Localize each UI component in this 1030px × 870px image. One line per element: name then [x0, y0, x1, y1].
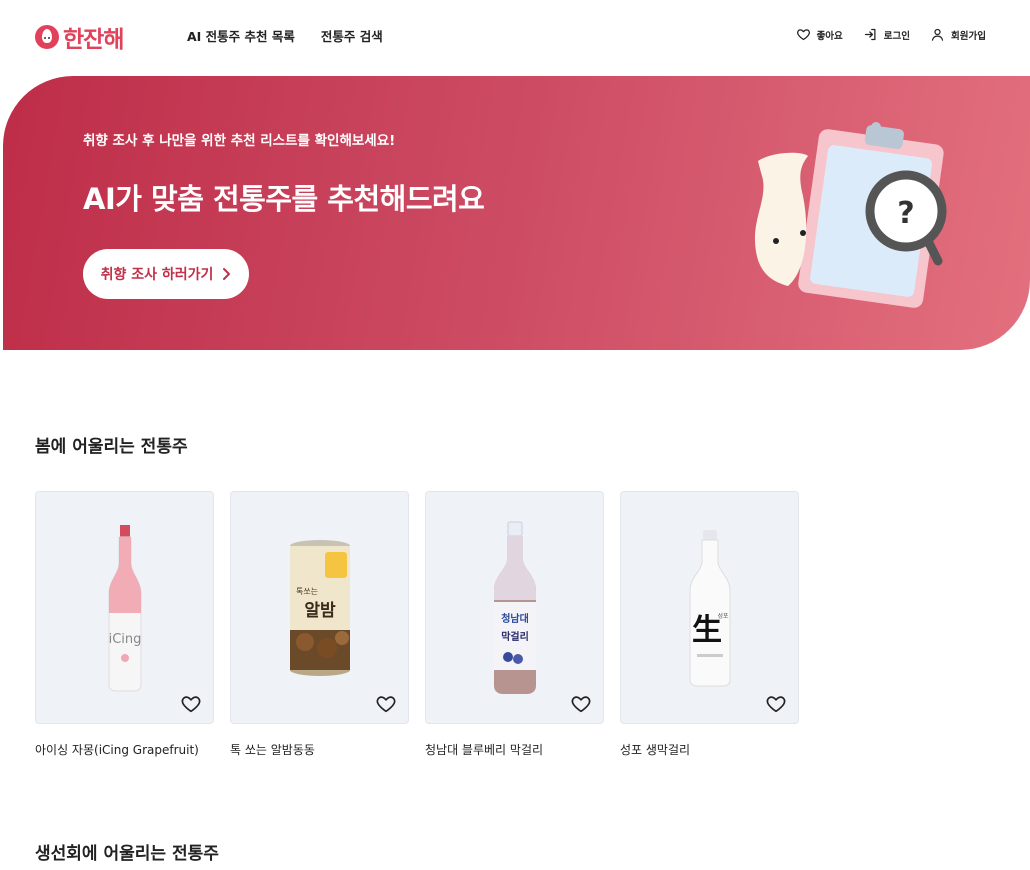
hero-title: AI가 맞춤 전통주를 추천해드려요 [83, 182, 485, 216]
survey-button-label: 취향 조사 하러가기 [100, 267, 214, 283]
nav-search[interactable]: 전통주 검색 [321, 26, 383, 45]
like-label: 좋아요 [816, 30, 843, 42]
product-card[interactable]: 生 성포 성포 생막걸리 [620, 491, 799, 758]
user-icon [931, 28, 944, 41]
chevron-right-icon [223, 268, 231, 280]
blueberry-makgeolli-bottle-icon: 청남대 막걸리 [493, 521, 536, 694]
heart-icon[interactable] [375, 693, 397, 715]
section-title-sashimi: 생선회에 어울리는 전통주 [35, 844, 219, 864]
product-card[interactable]: 알밤 톡쏘는 톡 쏘는 알밤동동 [230, 491, 409, 758]
logo-text: 한잔해 [63, 27, 124, 53]
svg-text:?: ? [897, 196, 914, 231]
pink-glass-bottle-icon: iCing [108, 524, 141, 691]
product-list: iCing 아이싱 자몽(iCing Grapefruit) 알밤 톡쏘는 톡 … [35, 491, 799, 758]
white-makgeolli-bottle-icon: 生 성포 [689, 529, 730, 686]
svg-text:청남대: 청남대 [501, 612, 529, 625]
heart-icon[interactable] [570, 693, 592, 715]
product-name[interactable]: 성포 생막걸리 [620, 741, 799, 758]
svg-text:iCing: iCing [108, 632, 141, 647]
svg-text:막걸리: 막걸리 [501, 630, 529, 643]
survey-illustration: ? [754, 122, 947, 308]
product-name[interactable]: 아이싱 자몽(iCing Grapefruit) [35, 741, 214, 758]
hero-subtitle: 취향 조사 후 나만을 위한 추천 리스트를 확인해보세요! [83, 133, 396, 149]
heart-icon[interactable] [765, 693, 787, 715]
login-label: 로그인 [883, 30, 911, 42]
svg-text:알밤: 알밤 [304, 601, 336, 621]
product-card[interactable]: iCing 아이싱 자몽(iCing Grapefruit) [35, 491, 214, 758]
product-image[interactable]: iCing [35, 491, 214, 724]
util-nav: 좋아요 로그인 회원가입 [796, 27, 986, 42]
logo-drop-icon [35, 25, 59, 49]
svg-text:톡쏘는: 톡쏘는 [295, 587, 317, 596]
logo[interactable]: 한잔해 [35, 20, 124, 54]
login-link[interactable]: 로그인 [863, 27, 910, 42]
survey-button[interactable]: 취향 조사 하러가기 [83, 249, 249, 299]
hero-banner: 취향 조사 후 나만을 위한 추천 리스트를 확인해보세요! AI가 맞춤 전통… [3, 76, 1030, 350]
product-name[interactable]: 톡 쏘는 알밤동동 [230, 741, 409, 758]
main-nav: AI 전통주 추천 목록 전통주 검색 [187, 26, 383, 45]
like-link[interactable]: 좋아요 [796, 27, 843, 42]
product-card[interactable]: 청남대 막걸리 청남대 블루베리 막걸리 [425, 491, 604, 758]
nav-ai-recommend-list[interactable]: AI 전통주 추천 목록 [187, 26, 295, 45]
signup-link[interactable]: 회원가입 [930, 27, 986, 42]
signup-label: 회원가입 [951, 30, 986, 42]
svg-text:성포: 성포 [717, 612, 729, 620]
chestnut-can-icon: 알밤 톡쏘는 [289, 539, 350, 676]
product-image[interactable]: 알밤 톡쏘는 [230, 491, 409, 724]
heart-icon[interactable] [180, 693, 202, 715]
login-icon [864, 28, 876, 41]
header: 한잔해 AI 전통주 추천 목록 전통주 검색 좋아요 로그인 회원가입 [0, 0, 1030, 70]
product-image[interactable]: 生 성포 [620, 491, 799, 724]
section-title-spring: 봄에 어울리는 전통주 [35, 437, 188, 457]
product-name[interactable]: 청남대 블루베리 막걸리 [425, 741, 604, 758]
product-image[interactable]: 청남대 막걸리 [425, 491, 604, 724]
heart-icon [796, 29, 810, 41]
